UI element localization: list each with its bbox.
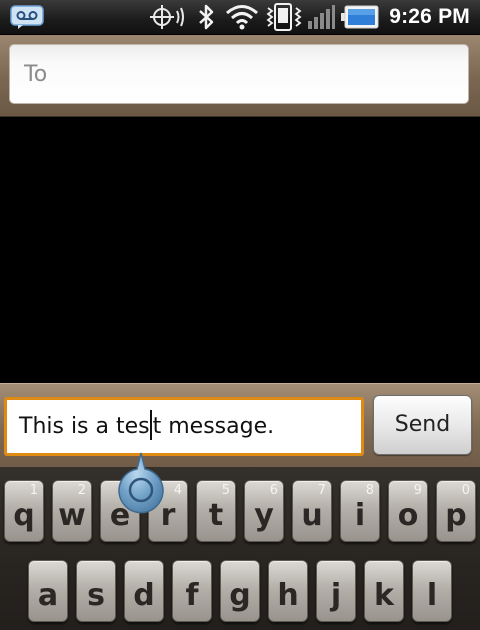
status-bar: 9:26 PM <box>0 0 480 35</box>
key-o-label: o <box>397 498 419 533</box>
key-i-label: i <box>354 498 366 533</box>
message-field[interactable]: This is a tes t message. <box>4 397 364 456</box>
key-o-number: 9 <box>413 483 422 498</box>
key-a-label: a <box>37 578 59 613</box>
key-i[interactable]: 8 i <box>340 480 380 542</box>
key-f[interactable]: f <box>172 560 212 622</box>
cursor-handle[interactable] <box>116 451 166 521</box>
key-h-label: h <box>277 578 299 613</box>
key-g[interactable]: g <box>220 560 260 622</box>
key-q[interactable]: 1 q <box>4 480 44 542</box>
vibrate-icon <box>266 3 302 31</box>
key-d-label: d <box>133 578 155 613</box>
location-icon <box>150 5 184 29</box>
key-s-label: s <box>87 578 105 613</box>
message-text-before-cursor: This is a tes <box>19 414 150 439</box>
key-y[interactable]: 6 y <box>244 480 284 542</box>
recipient-bar <box>0 35 480 117</box>
key-q-number: 1 <box>29 483 38 498</box>
key-f-label: f <box>185 578 199 613</box>
key-t[interactable]: 5 t <box>196 480 236 542</box>
key-r-number: 4 <box>173 483 182 498</box>
key-w-number: 2 <box>77 483 86 498</box>
wifi-icon <box>226 5 258 30</box>
key-g-label: g <box>229 578 251 613</box>
key-y-label: y <box>254 498 274 533</box>
key-o[interactable]: 9 o <box>388 480 428 542</box>
key-l-label: l <box>426 578 438 613</box>
key-a[interactable]: a <box>28 560 68 622</box>
key-i-number: 8 <box>365 483 374 498</box>
clock: 9:26 PM <box>389 5 470 28</box>
conversation-area <box>0 117 480 383</box>
keyboard: 1 q 2 w 3 e 4 r 5 t 6 y 7 u 8 i 9 o 0 p … <box>0 467 480 630</box>
battery-icon <box>341 5 379 29</box>
key-u[interactable]: 7 u <box>292 480 332 542</box>
key-y-number: 6 <box>269 483 278 498</box>
bluetooth-icon <box>199 4 214 30</box>
key-q-label: q <box>13 498 35 533</box>
key-t-label: t <box>208 498 224 533</box>
key-h[interactable]: h <box>268 560 308 622</box>
key-u-number: 7 <box>317 483 326 498</box>
text-cursor <box>150 410 153 440</box>
message-text-after-cursor: t message. <box>152 414 275 439</box>
key-p-number: 0 <box>461 483 470 498</box>
key-w-label: w <box>58 498 86 533</box>
key-p-label: p <box>445 498 467 533</box>
key-p[interactable]: 0 p <box>436 480 476 542</box>
key-k-label: k <box>374 578 394 613</box>
compose-bar: This is a tes t message. Send <box>0 383 480 468</box>
send-button[interactable]: Send <box>373 395 472 455</box>
key-s[interactable]: s <box>76 560 116 622</box>
key-l[interactable]: l <box>412 560 452 622</box>
key-k[interactable]: k <box>364 560 404 622</box>
to-field[interactable] <box>9 44 469 104</box>
signal-icon <box>308 5 335 29</box>
key-j-label: j <box>330 578 342 613</box>
voicemail-icon <box>10 5 44 29</box>
key-j[interactable]: j <box>316 560 356 622</box>
key-w[interactable]: 2 w <box>52 480 92 542</box>
key-d[interactable]: d <box>124 560 164 622</box>
key-u-label: u <box>301 498 323 533</box>
key-t-number: 5 <box>221 483 230 498</box>
